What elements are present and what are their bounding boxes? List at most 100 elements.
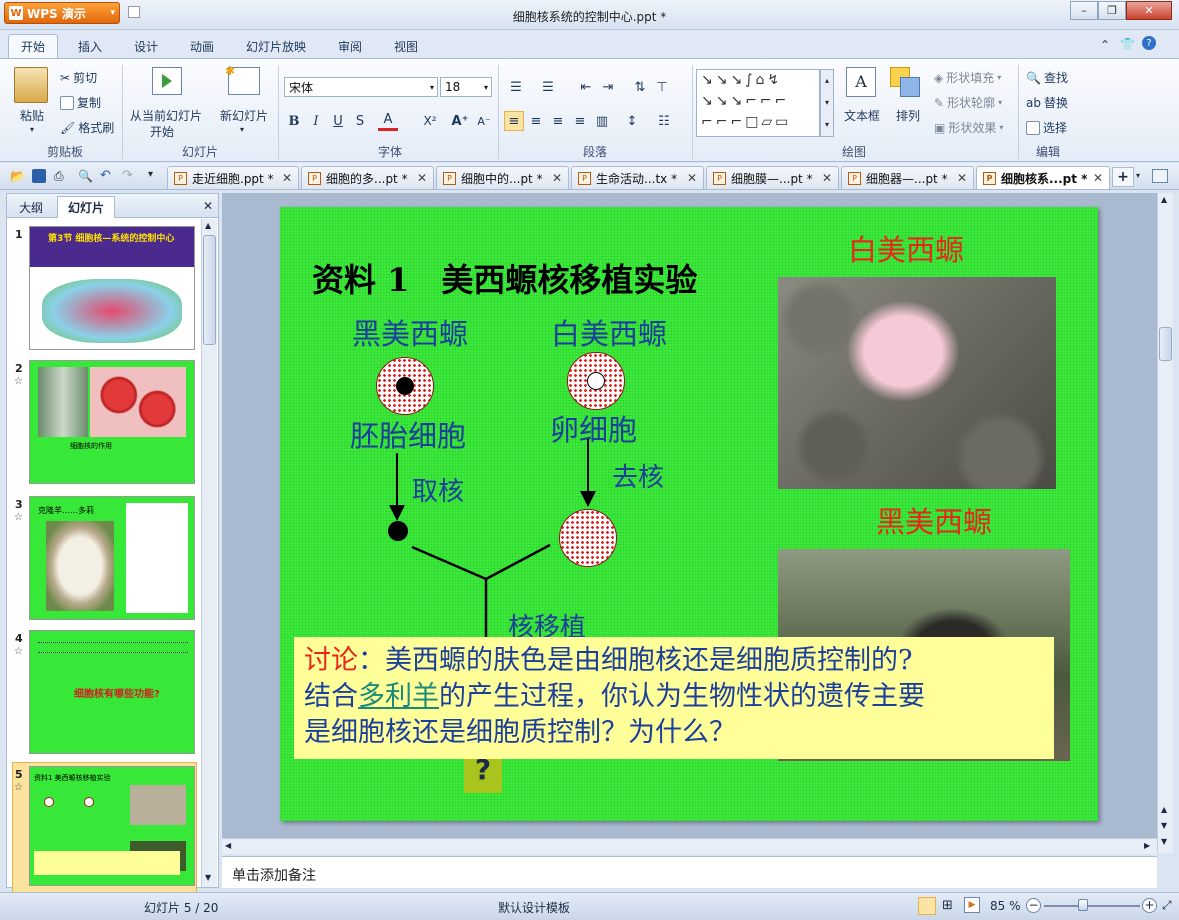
tab-outline[interactable]: 大纲 xyxy=(9,196,53,218)
normal-view-icon[interactable] xyxy=(918,897,936,915)
collapse-ribbon-icon[interactable]: ⌃ xyxy=(1100,38,1110,52)
superscript-icon[interactable]: X² xyxy=(420,111,440,131)
font-name-select[interactable]: 宋体 ▾ xyxy=(284,77,438,97)
new-tab-button[interactable]: + xyxy=(1112,167,1134,187)
restore-button[interactable]: ❐ xyxy=(1098,1,1126,20)
scrollbar-thumb[interactable] xyxy=(203,235,216,345)
customize-icon[interactable]: ▾ xyxy=(148,169,153,180)
cut-button[interactable]: ✂ 剪切 xyxy=(60,69,97,86)
arrange-button[interactable]: 排列 xyxy=(896,107,920,124)
align-right-icon[interactable]: ≡ xyxy=(548,111,568,131)
justify-icon[interactable]: ≡ xyxy=(570,111,590,131)
window-list-icon[interactable] xyxy=(1152,169,1168,183)
doc-tab[interactable]: P 生命活动...tx * ✕ xyxy=(571,166,704,189)
tab-design[interactable]: 设计 xyxy=(122,34,170,58)
close-icon[interactable]: ✕ xyxy=(552,171,562,185)
arrange-icon[interactable] xyxy=(890,67,920,97)
shapes-gallery-scroll[interactable]: ▴ ▾ ▾ xyxy=(820,69,834,137)
new-slide-button[interactable]: 新幻灯片 xyxy=(220,107,268,124)
find-button[interactable]: 🔍 查找 xyxy=(1026,69,1068,86)
doc-tab-active[interactable]: P 细胞核系...pt * ✕ xyxy=(976,166,1110,189)
grow-font-icon[interactable]: A⁺ xyxy=(450,111,470,131)
textbox-button[interactable]: 文本框 xyxy=(844,107,880,124)
slide-thumbnail-1[interactable]: 第3节 细胞核—系统的控制中心 xyxy=(29,226,195,350)
increase-indent-icon[interactable]: ⇥ xyxy=(598,77,618,97)
close-icon[interactable]: ✕ xyxy=(687,171,697,185)
skin-icon[interactable]: 👕 xyxy=(1120,37,1135,51)
next-slide-icon[interactable]: ▼ xyxy=(1161,821,1167,830)
slideshow-view-icon[interactable]: ▶ xyxy=(964,897,980,913)
doc-tab[interactable]: P 细胞器—...pt * ✕ xyxy=(841,166,974,189)
print-preview-icon[interactable]: 🔍 xyxy=(78,169,93,183)
align-left-icon[interactable]: ≡ xyxy=(504,111,524,131)
align-text-icon[interactable]: ⊤ xyxy=(652,77,672,97)
font-size-select[interactable]: 18 ▾ xyxy=(440,77,492,97)
canvas-vertical-scrollbar[interactable]: ▲ ▲ ▼ ▼ xyxy=(1157,193,1173,853)
paste-icon[interactable] xyxy=(14,67,48,103)
minimize-button[interactable]: – xyxy=(1070,1,1098,20)
close-icon[interactable]: ✕ xyxy=(957,171,967,185)
shapes-gallery[interactable]: ↘↘↘∫⌂↯ ↘↘↘⌐⌐⌐ ⌐⌐⌐□▱▭ xyxy=(696,69,820,137)
close-icon[interactable]: ✕ xyxy=(822,171,832,185)
scroll-down-icon[interactable]: ▼ xyxy=(205,873,211,882)
copy-button[interactable]: 复制 xyxy=(60,94,101,111)
tab-insert[interactable]: 插入 xyxy=(66,34,114,58)
slide-thumbnail-2[interactable]: 细胞核的作用 xyxy=(29,360,195,484)
scroll-right-icon[interactable]: ▶ xyxy=(1144,841,1150,850)
bullets-icon[interactable]: ☰ xyxy=(506,77,526,97)
from-current-button-line2[interactable]: 开始 xyxy=(150,123,174,140)
shape-effect-button[interactable]: ▣ 形状效果 ▾ xyxy=(934,119,1003,136)
chevron-down-icon[interactable]: ▾ xyxy=(1136,171,1140,180)
notes-pane[interactable]: 单击添加备注 xyxy=(222,856,1157,888)
zoom-slider-handle[interactable] xyxy=(1078,899,1088,911)
help-icon[interactable]: ? xyxy=(1142,36,1156,50)
zoom-out-button[interactable]: − xyxy=(1026,898,1041,913)
shape-outline-button[interactable]: ✎ 形状轮廓 ▾ xyxy=(934,94,1002,111)
undo-icon[interactable]: ↶ xyxy=(100,168,111,183)
doc-tab[interactable]: P 细胞膜—...pt * ✕ xyxy=(706,166,839,189)
slide-thumbnail-4[interactable]: 细胞核有哪些功能? xyxy=(29,630,195,754)
decrease-indent-icon[interactable]: ⇤ xyxy=(576,77,596,97)
slide[interactable]: 资料 1 美西螈核移植实验 黑美西螈 白美西螈 胚胎细胞 卵细胞 取核 去核 核… xyxy=(280,207,1098,821)
open-folder-icon[interactable]: 📂 xyxy=(10,169,25,183)
scroll-up-icon[interactable]: ▲ xyxy=(205,221,211,230)
new-slide-icon[interactable]: ✱ xyxy=(225,64,260,95)
line-spacing-icon[interactable]: ↕ xyxy=(622,111,642,131)
zoom-slider-track[interactable] xyxy=(1044,905,1140,907)
italic-button[interactable]: I xyxy=(306,111,326,131)
tab-slides[interactable]: 幻灯片 xyxy=(57,196,116,218)
chevron-down-icon[interactable]: ▾ xyxy=(30,125,34,134)
bold-button[interactable]: B xyxy=(284,111,304,131)
doc-tab[interactable]: P 细胞中的...pt * ✕ xyxy=(436,166,569,189)
slide-thumbnail-3[interactable]: 克隆羊……多莉 xyxy=(29,496,195,620)
tab-slideshow[interactable]: 幻灯片放映 xyxy=(234,34,318,58)
tab-home[interactable]: 开始 xyxy=(8,34,59,58)
numbering-icon[interactable]: ☰ xyxy=(538,77,558,97)
slide-thumbnail-5[interactable]: 资料1 美西螈核移植实验 xyxy=(29,766,195,886)
font-color-icon[interactable]: A xyxy=(378,111,398,131)
close-panel-icon[interactable]: ✕ xyxy=(203,199,213,213)
scroll-up-icon[interactable]: ▲ xyxy=(1161,195,1167,204)
close-button[interactable]: ✕ xyxy=(1126,1,1172,20)
shrink-font-icon[interactable]: A⁻ xyxy=(474,111,494,131)
slideshow-icon[interactable] xyxy=(152,67,182,95)
canvas-horizontal-scrollbar[interactable]: ◀ ▶ xyxy=(222,838,1157,854)
doc-tab[interactable]: P 走近细胞.ppt * ✕ xyxy=(167,166,299,189)
close-icon[interactable]: ✕ xyxy=(417,171,427,185)
save-icon[interactable] xyxy=(32,169,46,183)
tab-view[interactable]: 视图 xyxy=(382,34,430,58)
prev-slide-icon[interactable]: ▲ xyxy=(1161,805,1167,814)
scroll-left-icon[interactable]: ◀ xyxy=(225,841,231,850)
close-icon[interactable]: ✕ xyxy=(282,171,292,185)
shape-fill-button[interactable]: ◈ 形状填充 ▾ xyxy=(934,69,1001,86)
columns-icon[interactable]: ☷ xyxy=(654,111,674,131)
chevron-down-icon[interactable]: ▾ xyxy=(240,125,244,134)
redo-icon[interactable]: ↷ xyxy=(122,168,133,183)
panel-scrollbar[interactable]: ▲ ▼ xyxy=(201,219,217,887)
textbox-icon[interactable]: A xyxy=(846,67,876,97)
dolly-sheep-link[interactable]: 多利羊 xyxy=(358,681,439,712)
select-button[interactable]: 选择 xyxy=(1026,119,1067,136)
tab-review[interactable]: 审阅 xyxy=(326,34,374,58)
fit-window-icon[interactable]: ⤢ xyxy=(1162,898,1172,913)
text-direction-icon[interactable]: ⇅ xyxy=(630,77,650,97)
